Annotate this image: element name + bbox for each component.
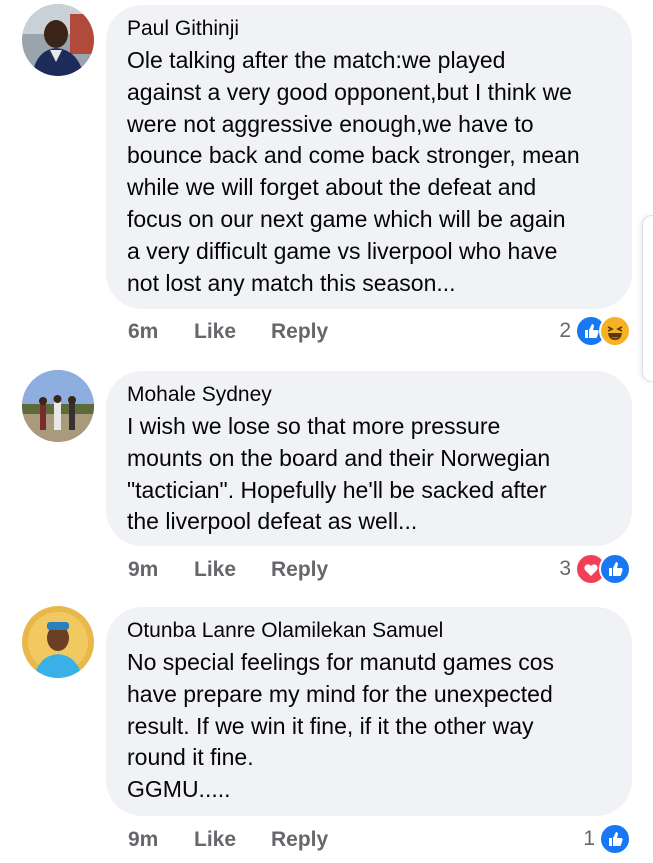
reply-button[interactable]: Reply <box>271 828 328 852</box>
like-icon <box>599 553 631 585</box>
comment-timestamp[interactable]: 6m <box>128 320 194 344</box>
comment-actions: 6m Like Reply <box>128 320 328 344</box>
haha-icon <box>599 315 631 347</box>
avatar[interactable] <box>22 370 94 442</box>
comment-bubble: Paul Githinji Ole talking after the matc… <box>106 5 632 309</box>
like-button[interactable]: Like <box>194 558 271 582</box>
comment-bubble: Otunba Lanre Olamilekan Samuel No specia… <box>106 607 632 816</box>
comment-timestamp[interactable]: 9m <box>128 828 194 852</box>
avatar[interactable] <box>22 4 94 76</box>
like-button[interactable]: Like <box>194 828 271 852</box>
reply-button[interactable]: Reply <box>271 320 328 344</box>
reaction-summary[interactable]: 1 <box>583 823 631 855</box>
comment-author[interactable]: Paul Githinji <box>127 15 612 43</box>
comment-author[interactable]: Otunba Lanre Olamilekan Samuel <box>127 617 612 645</box>
comment-actions: 9m Like Reply <box>128 558 328 582</box>
comment-bubble: Mohale Sydney I wish we lose so that mor… <box>106 371 632 546</box>
reaction-count: 2 <box>559 319 571 342</box>
reaction-count: 1 <box>583 827 595 850</box>
reply-button[interactable]: Reply <box>271 558 328 582</box>
reaction-count: 3 <box>559 557 571 580</box>
like-icon <box>599 823 631 855</box>
comment-text: No special feelings for manutd games cos… <box>127 649 554 803</box>
comment-actions: 9m Like Reply <box>128 828 328 852</box>
comment-text: Ole talking after the match:we played ag… <box>127 47 580 296</box>
comment-author[interactable]: Mohale Sydney <box>127 381 612 409</box>
side-panel-handle[interactable] <box>642 215 653 382</box>
reaction-summary[interactable]: 2 <box>559 315 631 347</box>
comment-text: I wish we lose so that more pressure mou… <box>127 413 551 535</box>
avatar[interactable] <box>22 606 94 678</box>
like-button[interactable]: Like <box>194 320 271 344</box>
reaction-summary[interactable]: 3 <box>559 553 631 585</box>
comment-timestamp[interactable]: 9m <box>128 558 194 582</box>
